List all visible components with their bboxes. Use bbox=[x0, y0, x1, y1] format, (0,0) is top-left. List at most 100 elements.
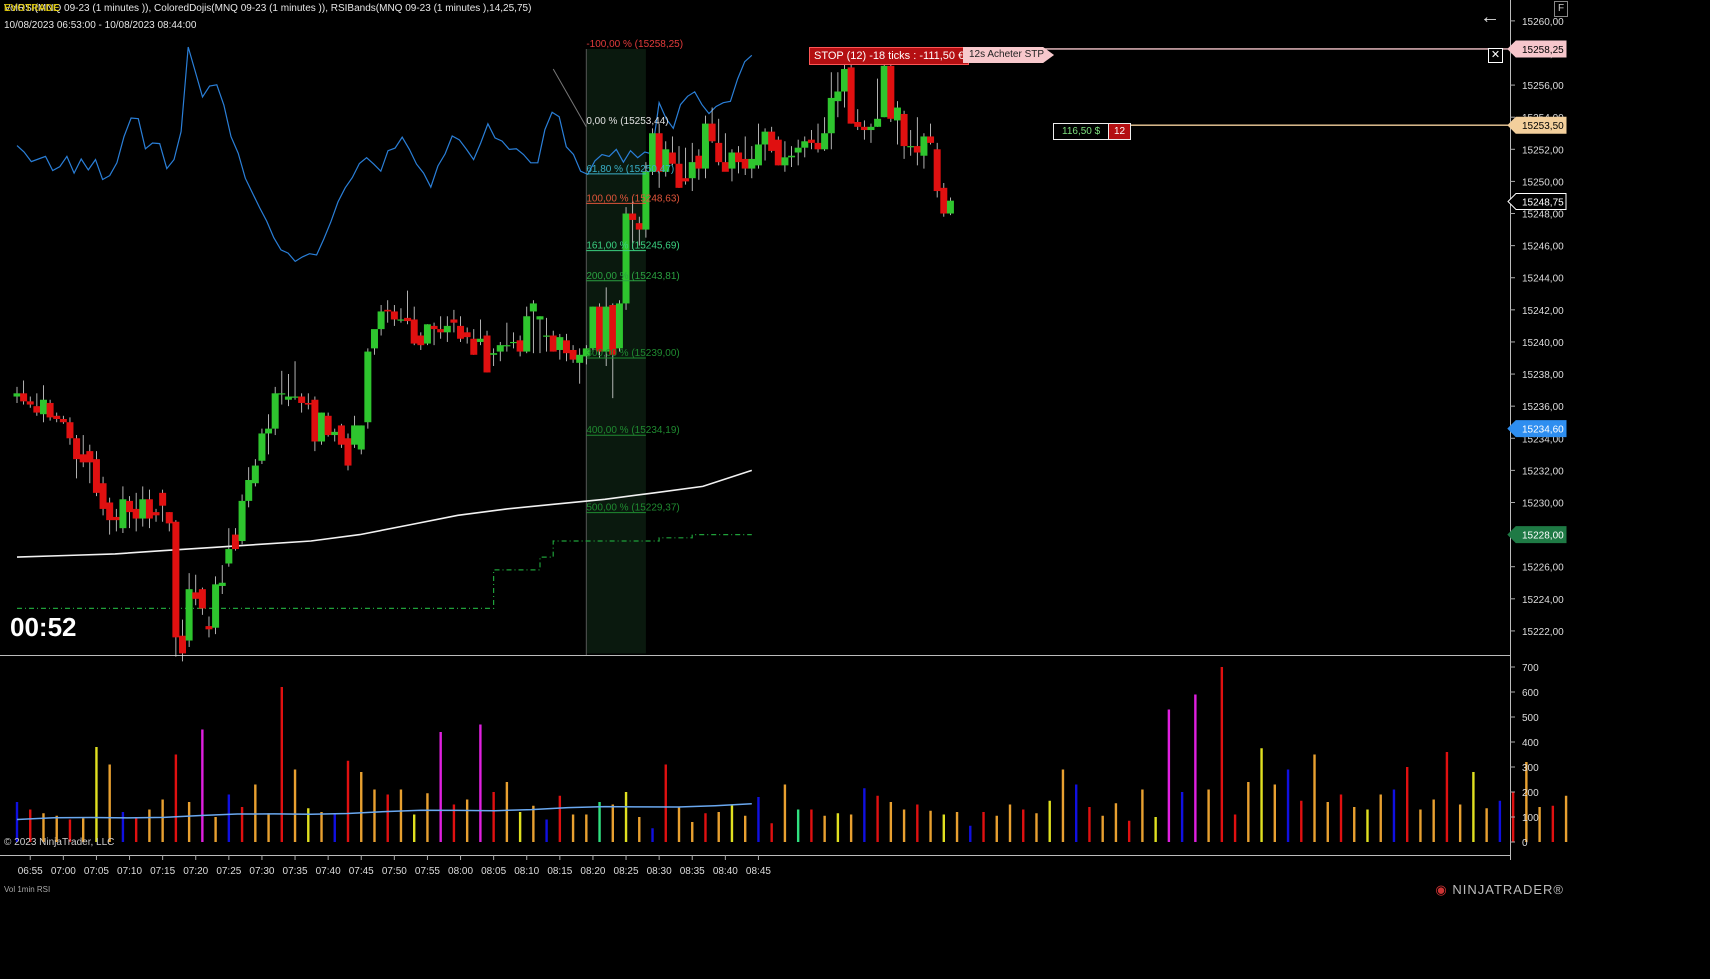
candle-body bbox=[99, 483, 107, 509]
candle bbox=[920, 133, 928, 169]
candle bbox=[463, 327, 471, 344]
price-marker-label: 15234,60 bbox=[1522, 425, 1564, 436]
time-tick-label: 07:55 bbox=[415, 866, 440, 877]
candle-body bbox=[728, 152, 736, 169]
candle bbox=[364, 348, 372, 429]
candle bbox=[728, 149, 736, 182]
candle-body bbox=[510, 341, 517, 344]
candle bbox=[854, 109, 862, 131]
candle bbox=[106, 497, 114, 535]
candle bbox=[20, 380, 28, 405]
candle-body bbox=[357, 425, 365, 450]
float-window-button[interactable]: F bbox=[1554, 1, 1568, 17]
brand-name: NINJATRADER bbox=[1452, 882, 1554, 897]
candle-body bbox=[821, 133, 829, 150]
price-tick-label: 15242,00 bbox=[1522, 306, 1564, 317]
candle-body bbox=[615, 303, 623, 349]
candle bbox=[668, 136, 676, 166]
volume-tick-label: 400 bbox=[1522, 738, 1539, 749]
candle bbox=[893, 101, 901, 145]
candle-body bbox=[278, 393, 286, 395]
candle bbox=[258, 428, 266, 464]
ninjatrader-logo: ◉ NINJATRADER® bbox=[1435, 882, 1564, 898]
candle-body bbox=[814, 142, 822, 150]
candle-body bbox=[880, 65, 888, 118]
time-tick-label: 07:30 bbox=[249, 866, 274, 877]
candle-body bbox=[741, 158, 749, 169]
candle-body bbox=[66, 422, 74, 439]
candle bbox=[291, 361, 299, 400]
candle-body bbox=[126, 500, 134, 513]
time-tick-label: 08:00 bbox=[448, 866, 473, 877]
price-axis[interactable]: 15222,00 15224,00 15226,00 15228,00 15230,00… bbox=[1507, 17, 1567, 638]
volume-tick-label: 100 bbox=[1522, 813, 1539, 824]
candle-body bbox=[417, 335, 425, 346]
candle-body bbox=[225, 549, 233, 564]
candle-body bbox=[245, 480, 253, 501]
candle bbox=[126, 496, 134, 529]
candle bbox=[562, 333, 570, 362]
candle-body bbox=[801, 141, 809, 148]
candle-body bbox=[92, 459, 100, 493]
candle-body bbox=[291, 396, 299, 398]
candle-body bbox=[430, 325, 438, 330]
candle bbox=[384, 300, 392, 323]
price-tick-label: 15240,00 bbox=[1522, 338, 1564, 349]
candle bbox=[569, 345, 577, 363]
candle bbox=[192, 574, 200, 606]
copyright-text: © 2023 NinjaTrader, LLC bbox=[4, 837, 115, 848]
candle-body bbox=[668, 152, 676, 164]
candle bbox=[99, 476, 107, 516]
indicator-list: VolRSI(MNQ 09-23 (1 minutes )), ColoredD… bbox=[4, 3, 532, 14]
candle bbox=[655, 123, 663, 188]
candle-body bbox=[827, 97, 835, 134]
candle-body bbox=[794, 147, 802, 153]
time-axis[interactable]: 06:55 07:00 07:05 07:10 07:15 07:20 07:25 07:30… bbox=[18, 855, 772, 877]
volume-tick-label: 0 bbox=[1522, 838, 1528, 849]
time-tick-label: 07:15 bbox=[150, 866, 175, 877]
price-tick-label: 15236,00 bbox=[1522, 402, 1564, 413]
volume-average-line bbox=[16, 802, 752, 821]
candle-body bbox=[231, 534, 239, 550]
candle-body bbox=[192, 592, 200, 599]
back-arrow-icon[interactable]: ← bbox=[1480, 6, 1500, 29]
candle-body bbox=[377, 311, 385, 330]
candle-body bbox=[635, 223, 643, 230]
candle-body bbox=[596, 306, 604, 352]
candle-body bbox=[410, 319, 418, 344]
candle-body bbox=[370, 329, 378, 349]
candle-body bbox=[86, 451, 94, 463]
candle-body bbox=[53, 415, 61, 420]
candle-body bbox=[165, 512, 173, 524]
candle-body bbox=[152, 512, 160, 516]
close-stop-button[interactable]: ✕ bbox=[1488, 48, 1503, 63]
candle bbox=[298, 393, 306, 413]
candle bbox=[145, 489, 153, 529]
candle bbox=[774, 136, 782, 166]
candle bbox=[900, 110, 908, 159]
stop-order-label[interactable]: STOP (12) -18 ticks : -111,50 € bbox=[809, 47, 970, 65]
candle-body bbox=[927, 136, 935, 143]
candle-body bbox=[26, 401, 34, 405]
time-tick-label: 06:55 bbox=[18, 866, 43, 877]
candle-body bbox=[708, 123, 716, 142]
candle-body bbox=[145, 499, 153, 519]
candle-body bbox=[437, 329, 445, 333]
price-chart[interactable]: -100,00 % (15258,25) 0,00 % (15253,44) 61,… bbox=[0, 0, 1568, 898]
candle bbox=[510, 332, 517, 349]
candle-body bbox=[523, 316, 531, 352]
candle-body bbox=[834, 91, 842, 102]
time-tick-label: 07:40 bbox=[316, 866, 341, 877]
position-pnl-label[interactable]: 116,50 $ bbox=[1053, 123, 1110, 140]
candlesticks[interactable] bbox=[13, 57, 954, 662]
candle bbox=[265, 414, 273, 455]
candle bbox=[26, 396, 34, 408]
candle bbox=[741, 136, 749, 175]
candle bbox=[212, 576, 220, 635]
candle bbox=[576, 348, 584, 384]
position-quantity[interactable]: 12 bbox=[1108, 123, 1132, 140]
candle bbox=[483, 330, 491, 373]
stop-order-tag[interactable]: 12s Acheter STP bbox=[963, 47, 1055, 63]
candle bbox=[457, 316, 465, 342]
time-tick-label: 08:20 bbox=[580, 866, 605, 877]
